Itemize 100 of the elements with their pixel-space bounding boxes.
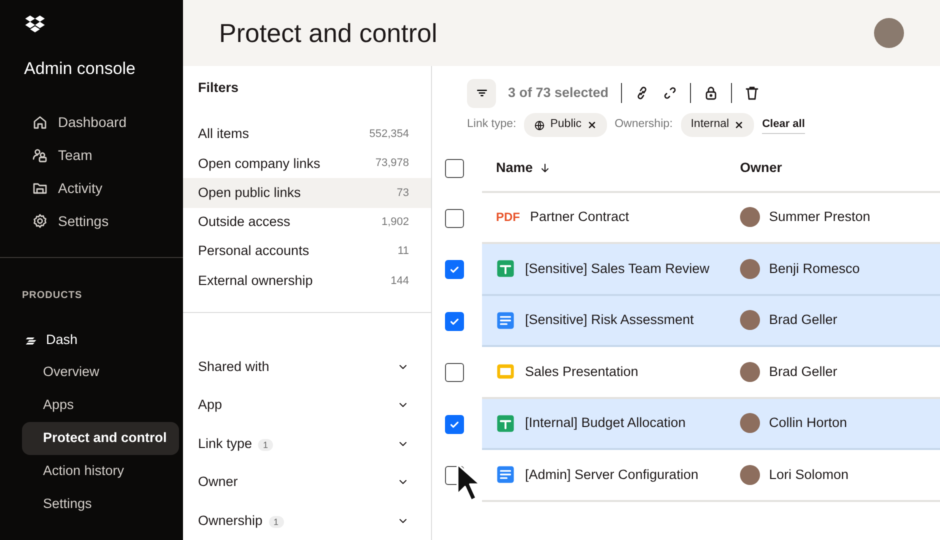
filter-item[interactable]: Personal accounts 11	[183, 236, 431, 266]
filter-chip[interactable]: Public	[524, 113, 607, 137]
table-row[interactable]: [Internal] Budget Allocation Collin Horton	[482, 398, 940, 450]
owner-name: Summer Preston	[769, 208, 870, 226]
column-header[interactable]: Owner	[740, 158, 782, 178]
item-count: 1,902	[381, 215, 409, 230]
spreadsheet-icon	[496, 414, 515, 433]
filter-label: Outside access	[198, 213, 290, 232]
filter-label: Link type:	[467, 117, 516, 132]
nav-subitem[interactable]: Settings	[22, 488, 179, 521]
close-icon	[586, 120, 597, 130]
filter-label: App	[198, 397, 222, 412]
owner-name: Lori Solomon	[769, 466, 849, 484]
column-header[interactable]: Name	[496, 158, 533, 178]
count-badge: 1	[268, 516, 284, 528]
filter-dropdown[interactable]: Link type 1	[183, 424, 431, 463]
filter-label: Owner	[198, 474, 238, 490]
item-count: 552,354	[369, 127, 409, 142]
file-type-label: PDF	[496, 209, 520, 226]
nav-item[interactable]: Team	[58, 144, 92, 166]
avatar	[740, 362, 760, 382]
item-count: 144	[390, 274, 409, 289]
trash-icon[interactable]	[744, 85, 760, 102]
nav-item[interactable]: Settings	[58, 210, 109, 232]
nav-subitem[interactable]: Action history	[22, 455, 179, 488]
filters-heading: Filters	[197, 79, 240, 98]
avatar	[740, 207, 760, 228]
filter-label: Personal accounts	[198, 242, 310, 260]
file-name: Partner Contract	[530, 208, 630, 226]
nav-subitem[interactable]: Apps	[22, 389, 179, 422]
filter-label: Ownership	[198, 512, 263, 528]
product-item[interactable]: Dash	[46, 330, 78, 351]
filter-chip[interactable]: Internal	[680, 113, 754, 137]
chip-label: Internal	[690, 117, 730, 132]
table-row[interactable]: [Sensitive] Sales Team Review Benji Romesco	[482, 244, 940, 296]
globe-icon	[534, 120, 546, 131]
presentation-icon	[496, 362, 515, 382]
row-checkbox[interactable]	[445, 260, 464, 280]
nav-subitem[interactable]: Overview	[22, 356, 179, 389]
file-name: [Sensitive] Sales Team Review	[525, 260, 710, 278]
row-checkbox[interactable]	[445, 208, 464, 228]
filter-dropdown[interactable]: App	[183, 386, 431, 424]
filter-label: Ownership:	[614, 117, 673, 132]
file-name: Sales Presentation	[525, 362, 638, 381]
page-title: Protect and control	[219, 18, 438, 49]
close-icon	[734, 120, 744, 130]
row-checkbox[interactable]	[445, 363, 464, 382]
select-all-checkbox[interactable]	[445, 159, 464, 178]
table-row[interactable]: [Admin] Server Configuration Lori Solomon	[482, 450, 940, 502]
owner-name: Collin Horton	[769, 414, 848, 432]
settings-icon	[32, 213, 48, 230]
filter-label: Open public links	[198, 184, 301, 202]
filter-item[interactable]: External ownership 144	[183, 266, 431, 296]
owner-name: Brad Geller	[769, 311, 838, 330]
document-icon	[496, 310, 515, 330]
owner-name: Benji Romesco	[769, 260, 860, 278]
filter-dropdown[interactable]: Ownership 1	[183, 502, 431, 540]
filter-label: All items	[198, 125, 250, 144]
filter-item[interactable]: Outside access 1,902	[183, 208, 431, 237]
item-count: 73	[396, 186, 409, 201]
logo-icon	[24, 14, 46, 34]
filter-label: Shared with	[198, 358, 270, 374]
file-name: [Admin] Server Configuration	[525, 466, 698, 484]
file-name: [Sensitive] Risk Assessment	[525, 311, 694, 330]
broken-link-icon[interactable]	[662, 85, 678, 102]
avatar[interactable]	[874, 18, 904, 48]
clear-all-link[interactable]: Clear all	[762, 116, 805, 134]
avatar	[740, 413, 760, 434]
avatar	[740, 310, 760, 330]
section-heading: PRODUCTS	[21, 289, 84, 303]
filter-label: External ownership	[198, 272, 313, 290]
nav-item[interactable]: Dashboard	[58, 112, 126, 133]
item-count: 73,978	[375, 156, 409, 172]
file-name: [Internal] Budget Allocation	[525, 414, 686, 432]
table-row[interactable]: [Sensitive] Risk Assessment Brad Geller	[482, 296, 940, 348]
filter-label: Open company links	[198, 154, 320, 173]
nav-item[interactable]: Activity	[58, 178, 102, 199]
count-badge: 1	[258, 438, 274, 451]
row-checkbox[interactable]	[445, 312, 464, 331]
owner-name: Brad Geller	[769, 362, 838, 381]
filter-item[interactable]: Open company links 73,978	[183, 149, 431, 178]
filter-item[interactable]: Open public links 73	[183, 178, 431, 208]
people-icon	[32, 147, 48, 164]
filter-item[interactable]: All items 552,354	[183, 120, 431, 150]
spreadsheet-icon	[496, 259, 515, 278]
sort-down-icon	[538, 162, 551, 174]
console-title: Admin console	[24, 58, 137, 80]
home-icon	[32, 114, 48, 130]
document-icon	[496, 465, 515, 484]
selection-count: 3 of 73 selected	[508, 84, 609, 102]
avatar	[740, 464, 760, 485]
avatar	[740, 258, 760, 279]
filter-dropdown[interactable]: Shared with	[183, 348, 431, 386]
chip-label: Public	[550, 117, 582, 132]
nav-subitem[interactable]: Protect and control	[22, 422, 179, 455]
filter-label: Link type	[198, 436, 252, 451]
item-count: 11	[398, 244, 409, 260]
filter-button[interactable]	[467, 78, 496, 108]
filter-dropdown[interactable]: Owner	[183, 463, 431, 502]
row-checkbox[interactable]	[445, 414, 464, 434]
